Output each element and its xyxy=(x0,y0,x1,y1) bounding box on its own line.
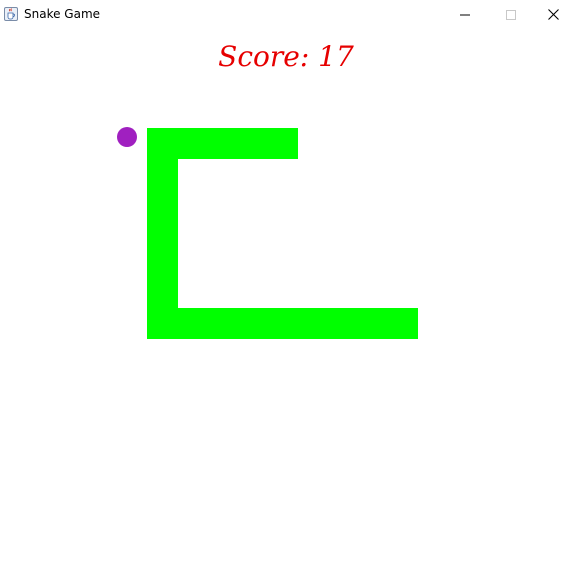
window-title: Snake Game xyxy=(24,7,101,21)
minimize-button[interactable] xyxy=(442,0,488,29)
maximize-icon xyxy=(506,9,516,20)
maximize-button[interactable] xyxy=(488,0,534,29)
close-button[interactable] xyxy=(534,0,572,29)
score-label: Score: 17 xyxy=(218,40,354,73)
title-bar[interactable]: Snake Game xyxy=(0,0,572,29)
close-icon xyxy=(547,9,559,20)
minimize-icon xyxy=(460,14,470,15)
java-cup-icon xyxy=(4,6,18,21)
game-board[interactable]: Score: 17 xyxy=(0,29,572,583)
snake-segment-bottom xyxy=(147,308,418,339)
snake-game-window: Snake Game Score: 17 xyxy=(0,0,572,583)
food-pellet xyxy=(117,127,137,147)
